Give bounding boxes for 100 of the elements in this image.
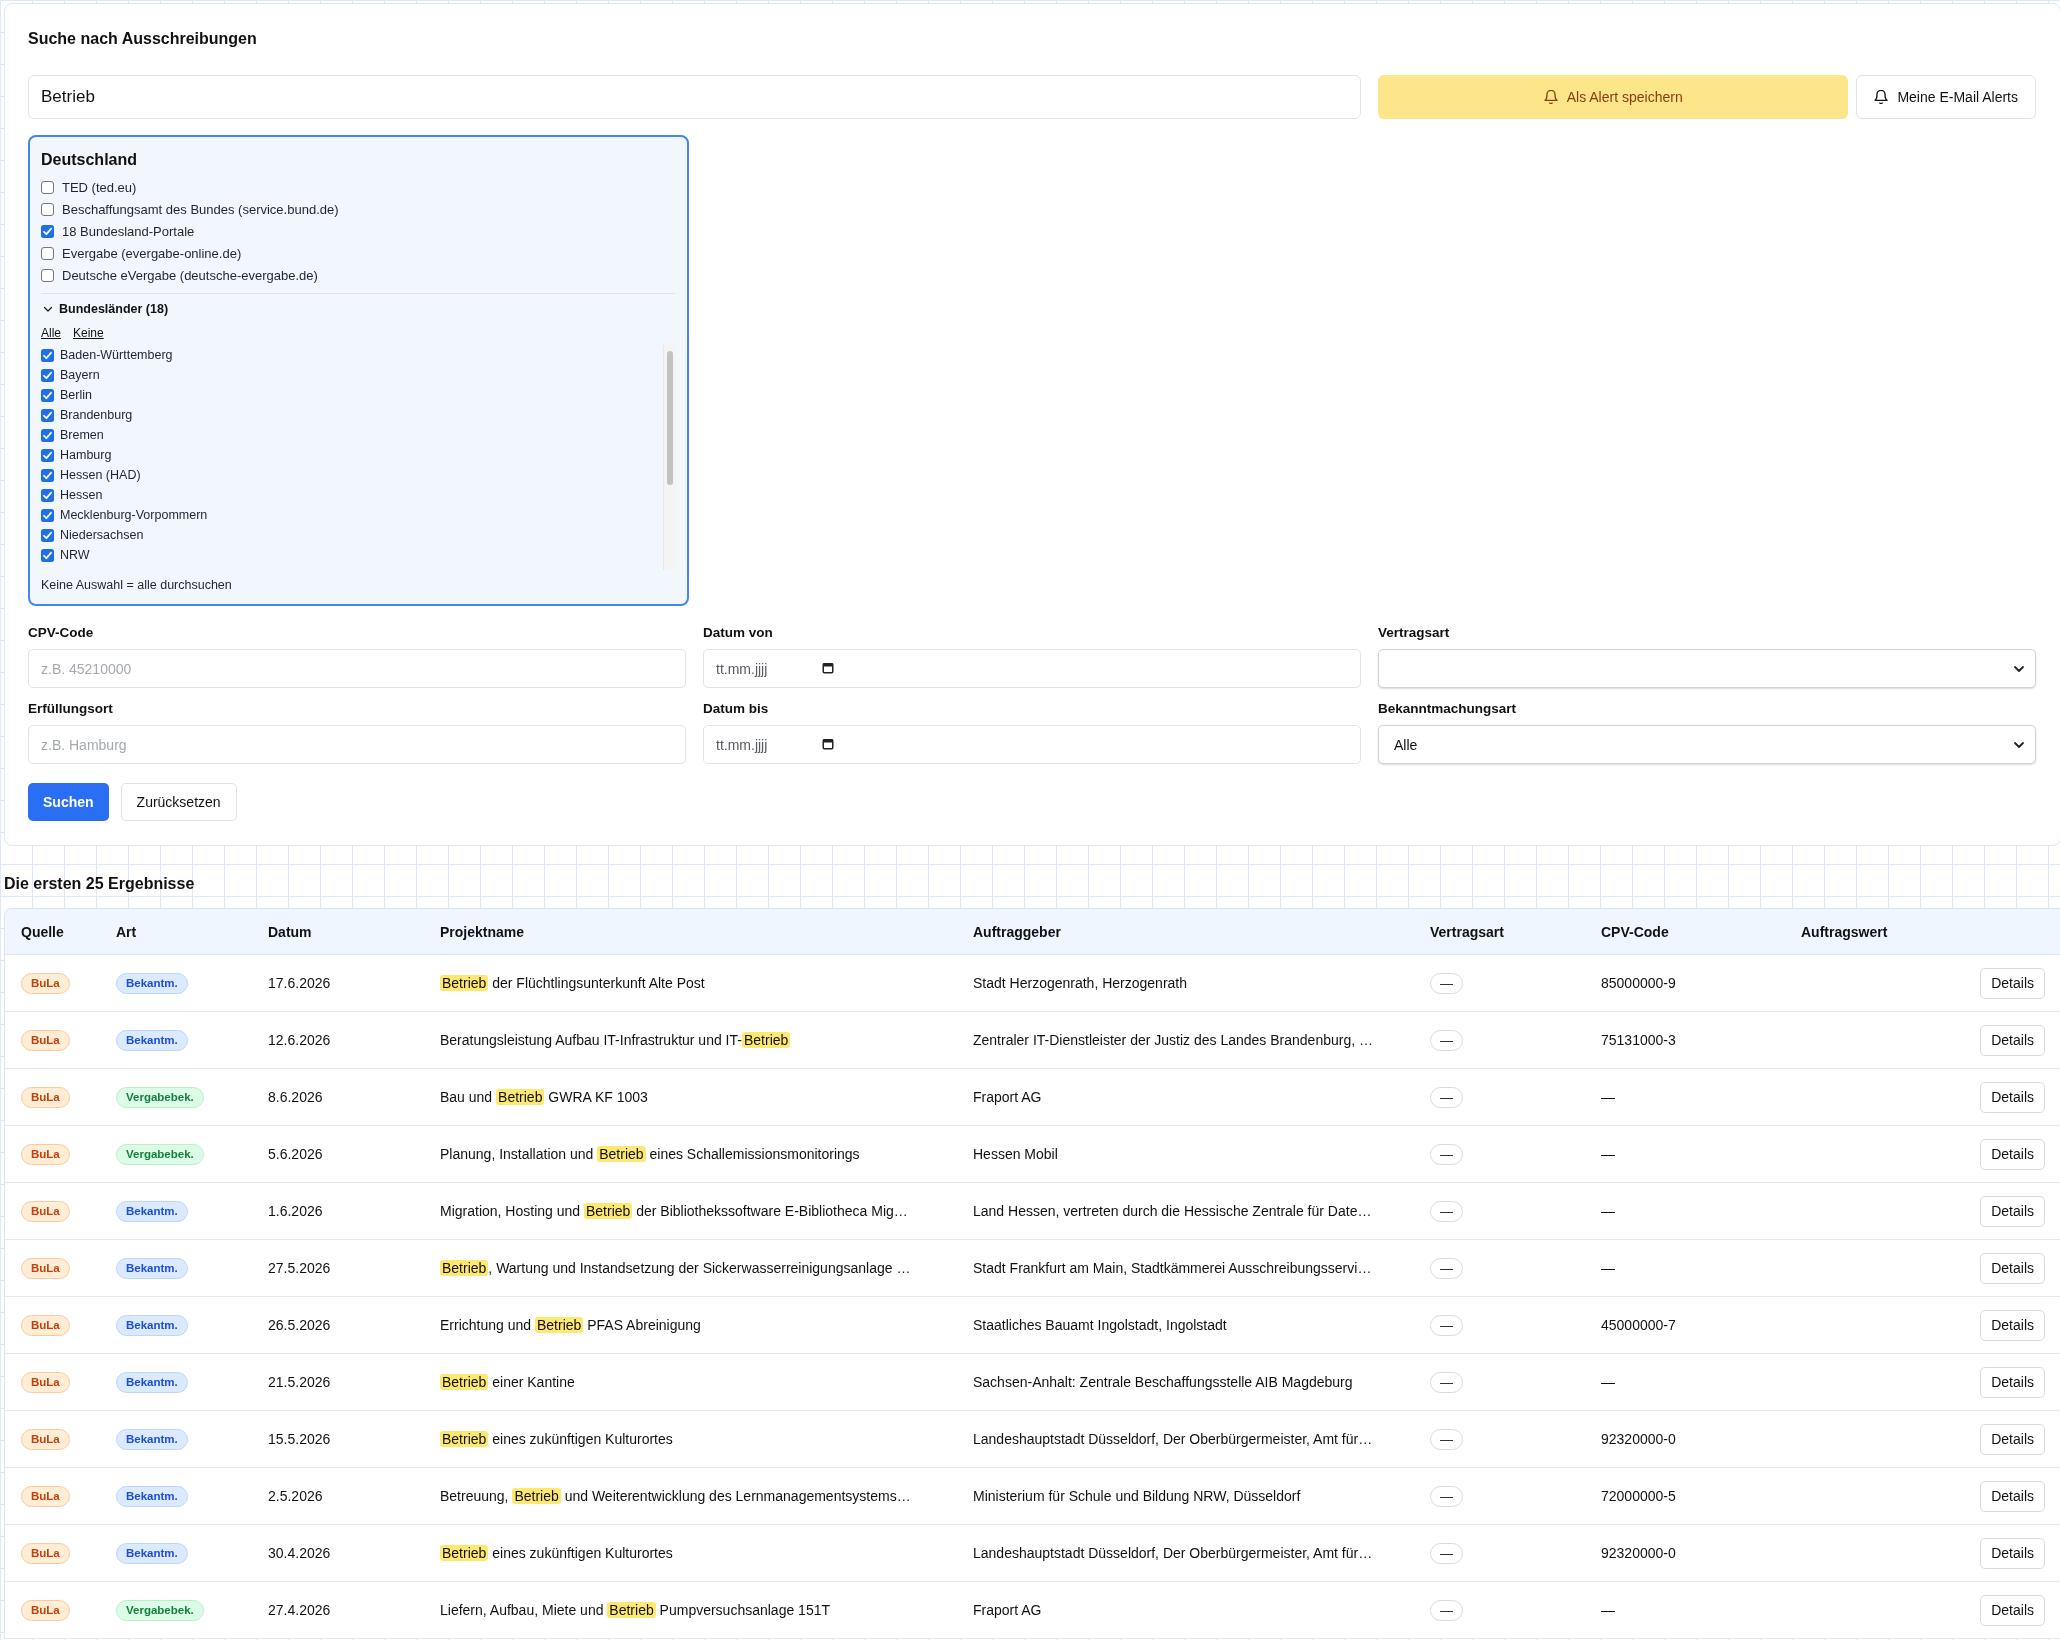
checkbox[interactable] [41, 488, 54, 502]
select-all-link[interactable]: Alle [41, 326, 61, 340]
contract-type-badge: — [1430, 1029, 1463, 1051]
checkbox[interactable] [41, 180, 54, 194]
project-name: Liefern, Aufbau, Miete und Betrieb Pumpversuchsanlage 151T [440, 1602, 831, 1618]
details-button[interactable]: Details [1980, 1138, 2045, 1170]
project-name: Betreuung, Betrieb und Weiterentwicklung des Lernmanagementsystems… [440, 1488, 911, 1504]
source-badge: BuLa [21, 1257, 70, 1279]
source-badge: BuLa [21, 1542, 70, 1564]
select-field[interactable] [1378, 649, 2036, 688]
checkbox[interactable] [41, 548, 54, 562]
bell-icon [1543, 90, 1558, 104]
date-text: 30.4.2026 [268, 1545, 331, 1561]
save-alert-button[interactable]: Als Alert speichern [1378, 75, 1849, 119]
checkbox[interactable] [41, 408, 54, 422]
details-button[interactable]: Details [1980, 1309, 2045, 1341]
checkbox[interactable] [41, 448, 54, 462]
state-label: Mecklenburg-Vorpommern [60, 508, 208, 522]
details-button[interactable]: Details [1980, 1537, 2045, 1569]
cpv-code: — [1601, 1374, 1615, 1390]
select-none-link[interactable]: Keine [73, 326, 104, 340]
details-button[interactable]: Details [1980, 1480, 2045, 1512]
state-label: Niedersachsen [60, 528, 144, 542]
client-name: Sachsen-Anhalt: Zentrale Beschaffungsstelle AIB Magdeburg [973, 1374, 1353, 1390]
client-name: Land Hessen, vertreten durch die Hessische Zentrale für Date… [973, 1203, 1372, 1219]
type-badge: Vergabebek. [116, 1143, 204, 1165]
search-button[interactable]: Suchen [28, 783, 109, 821]
checkbox[interactable] [41, 468, 54, 482]
date-text: 21.5.2026 [268, 1374, 331, 1390]
project-name: Betrieb einer Kantine [440, 1374, 575, 1390]
scrollbar[interactable] [663, 345, 676, 570]
date-text: 5.6.2026 [268, 1146, 323, 1162]
date-text: 27.4.2026 [268, 1602, 331, 1618]
checkbox[interactable] [41, 268, 54, 282]
contract-type-badge: — [1430, 1257, 1463, 1279]
state-label: Hessen (HAD) [60, 468, 141, 482]
contract-type-badge: — [1430, 1428, 1463, 1450]
source-badge: BuLa [21, 972, 70, 994]
type-badge: Vergabebek. [116, 1599, 204, 1621]
field-label: Vertragsart [1378, 624, 1450, 641]
type-badge: Bekantm. [116, 972, 188, 994]
checkbox[interactable] [41, 348, 54, 362]
project-name: Migration, Hosting und Betrieb der Bibliothekssoftware E-Bibliotheca Mig… [440, 1203, 908, 1219]
date-field[interactable]: tt.mm.jjjj [703, 725, 1361, 764]
details-button[interactable]: Details [1980, 1024, 2045, 1056]
cpv-code: — [1601, 1602, 1615, 1618]
select-field[interactable]: Alle [1378, 725, 2036, 764]
project-name: Betrieb eines zukünftigen Kulturortes [440, 1545, 673, 1561]
checkbox[interactable] [41, 428, 54, 442]
source-badge: BuLa [21, 1143, 70, 1165]
cpv-code: — [1601, 1089, 1615, 1105]
project-name: Betrieb der Flüchtlingsunterkunft Alte Post [440, 975, 705, 991]
text-field[interactable]: z.B. Hamburg [28, 725, 686, 764]
source-label: Evergabe (evergabe-online.de) [62, 245, 242, 261]
results-heading: Die ersten 25 Ergebnisse [4, 874, 196, 894]
contract-type-badge: — [1430, 1314, 1463, 1336]
checkbox[interactable] [41, 528, 54, 542]
field-label: Bekanntmachungsart [1378, 700, 1517, 717]
client-name: Fraport AG [973, 1089, 1042, 1105]
text-field[interactable]: z.B. 45210000 [28, 649, 686, 688]
type-badge: Bekantm. [116, 1200, 188, 1222]
type-badge: Bekantm. [116, 1371, 188, 1393]
details-button[interactable]: Details [1980, 1252, 2045, 1284]
column-header: Projektname [440, 923, 525, 940]
field-label: Datum bis [703, 700, 769, 717]
details-button[interactable]: Details [1980, 1594, 2045, 1626]
panel-hint: Keine Auswahl = alle durchsuchen [41, 577, 233, 593]
checkbox[interactable] [41, 202, 54, 216]
reset-button[interactable]: Zurücksetzen [120, 783, 237, 821]
checkbox[interactable] [41, 508, 54, 522]
source-badge: BuLa [21, 1599, 70, 1621]
contract-type-badge: — [1430, 1542, 1463, 1564]
checkbox[interactable] [41, 388, 54, 402]
date-text: 26.5.2026 [268, 1317, 331, 1333]
cpv-code: 92320000-0 [1601, 1431, 1676, 1447]
search-field[interactable]: Betrieb [28, 75, 1361, 119]
type-badge: Bekantm. [116, 1428, 188, 1450]
state-label: Bremen [60, 428, 104, 442]
source-badge: BuLa [21, 1428, 70, 1450]
calendar-icon [822, 662, 834, 674]
states-toggle[interactable]: Bundesländer (18) [41, 300, 169, 318]
type-badge: Bekantm. [116, 1314, 188, 1336]
client-name: Stadt Herzogenrath, Herzogenrath [973, 975, 1187, 991]
details-button[interactable]: Details [1980, 1195, 2045, 1227]
details-button[interactable]: Details [1980, 1423, 2045, 1455]
checkbox[interactable] [41, 224, 54, 238]
cpv-code: 75131000-3 [1601, 1032, 1676, 1048]
email-alerts-button[interactable]: Meine E-Mail Alerts [1856, 75, 2036, 119]
client-name: Stadt Frankfurt am Main, Stadtkämmerei Ausschreibungsservi… [973, 1260, 1372, 1276]
contract-type-badge: — [1430, 1485, 1463, 1507]
details-button[interactable]: Details [1980, 1081, 2045, 1113]
project-name: Beratungsleistung Aufbau IT-Infrastruktur und IT-Betrieb [440, 1032, 791, 1048]
checkbox[interactable] [41, 246, 54, 260]
checkbox[interactable] [41, 368, 54, 382]
date-field[interactable]: tt.mm.jjjj [703, 649, 1361, 688]
state-label: Hessen [60, 488, 103, 502]
cpv-code: 72000000-5 [1601, 1488, 1676, 1504]
contract-type-badge: — [1430, 1143, 1463, 1165]
details-button[interactable]: Details [1980, 1366, 2045, 1398]
details-button[interactable]: Details [1980, 967, 2045, 999]
